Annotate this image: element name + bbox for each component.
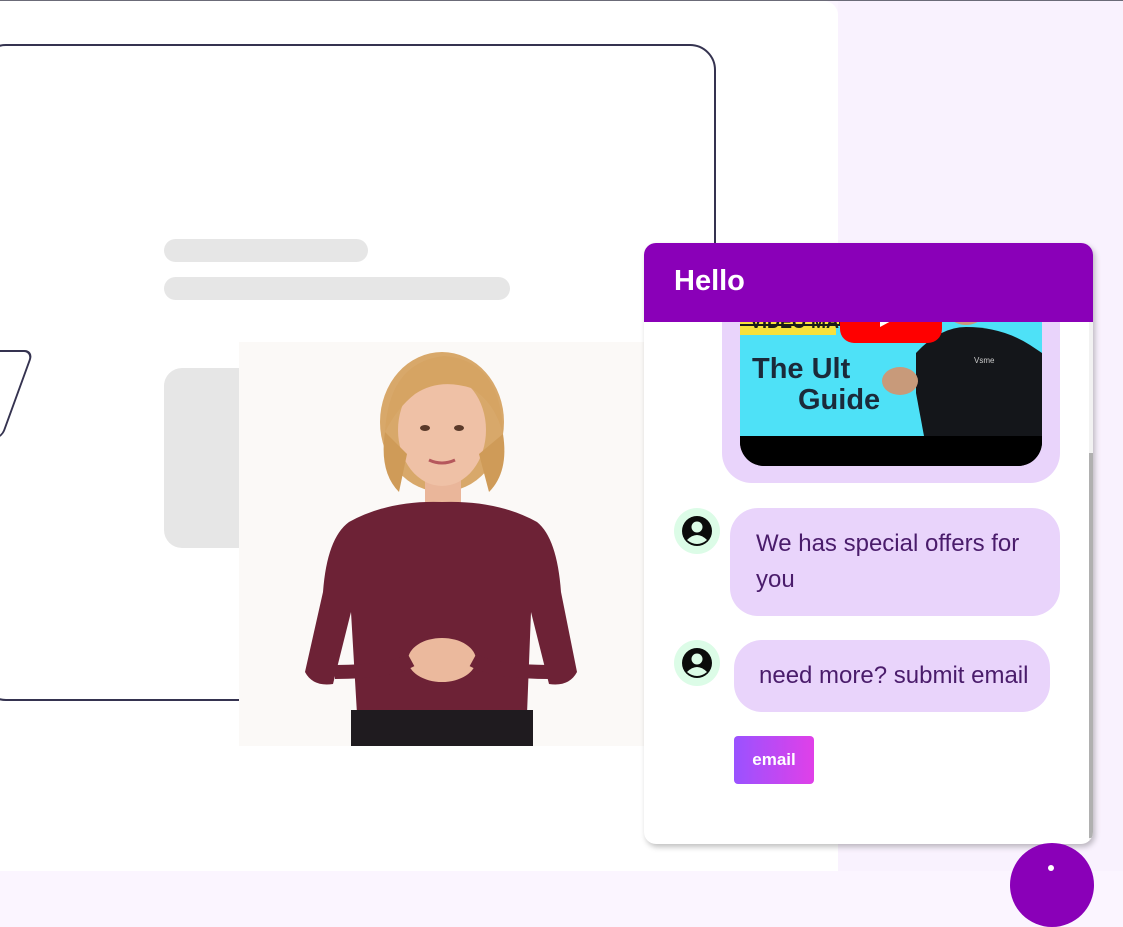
thumbnail-text-line1: The Ult [752,353,851,385]
bot-avatar [674,640,720,686]
chat-launcher-icon [1048,865,1054,871]
bot-avatar [674,508,720,554]
chat-message: need more? submit email [734,640,1050,712]
chat-launcher-button[interactable] [1010,843,1094,927]
skeleton-line-short [164,239,368,262]
thumbnail-text-line2: Guide [798,384,880,416]
user-circle-icon [682,516,712,546]
chat-scrollbar-thumb[interactable] [1089,453,1093,838]
skeleton-line-long [164,277,510,300]
presenter-video[interactable] [239,342,644,746]
shirt-logo-text: Vsme [974,356,995,365]
chat-message: We has special offers for you [730,508,1060,616]
user-circle-icon [682,648,712,678]
chat-title: Hello [674,265,745,297]
presenter-figure [305,352,577,746]
email-button[interactable]: email [734,736,814,784]
chat-header: Hello [644,243,1093,322]
chat-widget: Hello VIDEO MA The Ult Guide Vsme We has… [644,243,1093,844]
